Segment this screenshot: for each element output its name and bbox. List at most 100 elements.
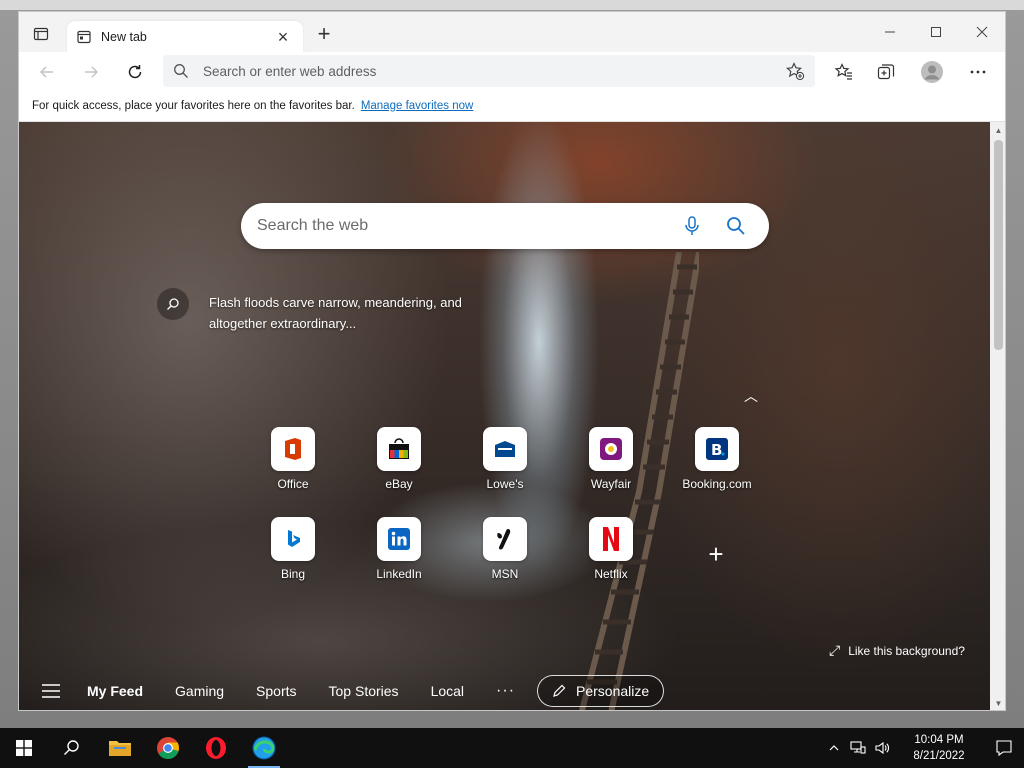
maximize-button[interactable] [913, 12, 959, 52]
taskbar-search-button[interactable] [48, 728, 96, 768]
network-icon [850, 741, 866, 754]
lowes-icon [483, 427, 527, 471]
web-search-input[interactable]: Search the web [257, 217, 665, 235]
settings-and-more-button[interactable] [963, 57, 993, 87]
tab-new-tab[interactable]: New tab × [67, 21, 303, 52]
window-controls [867, 12, 1005, 52]
feed-tab-top-stories[interactable]: Top Stories [329, 683, 399, 699]
quick-link-booking[interactable]: B Booking.com [682, 427, 752, 491]
add-quick-link-button[interactable]: + [699, 538, 733, 572]
close-window-button[interactable] [959, 12, 1005, 52]
notifications-button[interactable] [984, 728, 1024, 768]
more-horizontal-icon [970, 70, 986, 74]
linkedin-icon [377, 517, 421, 561]
quick-link-linkedin[interactable]: LinkedIn [364, 517, 434, 581]
page-scrollbar[interactable]: ▲ ▼ [990, 122, 1005, 710]
arrow-left-icon [39, 66, 53, 78]
quick-link-label: LinkedIn [376, 567, 422, 581]
close-icon [976, 26, 988, 38]
scroll-down-arrow-icon[interactable]: ▼ [990, 695, 1005, 710]
network-button[interactable] [846, 728, 870, 768]
taskbar: 10:04 PM 8/21/2022 [0, 728, 1024, 768]
feed-tab-my-feed[interactable]: My Feed [87, 683, 143, 699]
volume-button[interactable] [870, 728, 894, 768]
web-search-submit-button[interactable] [719, 209, 753, 243]
quick-link-label: Wayfair [590, 477, 632, 491]
chevron-up-icon[interactable]: ︿ [741, 386, 761, 406]
new-tab-page-icon [77, 30, 91, 43]
feed-tab-gaming[interactable]: Gaming [175, 683, 224, 699]
quick-link-lowes[interactable]: Lowe's [470, 427, 540, 491]
image-info-button[interactable] [157, 288, 189, 320]
start-button[interactable] [0, 728, 48, 768]
svg-text:B: B [711, 441, 722, 459]
netflix-icon [589, 517, 633, 561]
personalize-label: Personalize [576, 683, 650, 699]
new-tab-page: Search the web Flash floods carve narrow… [19, 122, 990, 710]
collections-button[interactable] [871, 57, 901, 87]
menu-button[interactable] [41, 681, 61, 701]
quick-link-office[interactable]: Office [258, 427, 328, 491]
show-hidden-icons-button[interactable] [822, 728, 846, 768]
taskbar-opera[interactable] [192, 728, 240, 768]
voice-search-button[interactable] [675, 209, 709, 243]
windows-logo-icon [16, 740, 32, 756]
web-search-box[interactable]: Search the web [241, 203, 769, 249]
forward-button[interactable] [77, 58, 105, 86]
new-tab-button[interactable]: + [313, 23, 335, 46]
file-explorer-icon [109, 741, 131, 756]
search-icon [727, 217, 745, 235]
booking-icon: B [695, 427, 739, 471]
tab-title: New tab [101, 29, 147, 44]
manage-favorites-link[interactable]: Manage favorites now [361, 100, 474, 112]
like-background-label: Like this background? [848, 643, 965, 658]
minimize-button[interactable] [867, 12, 913, 52]
personalize-button[interactable]: Personalize [537, 675, 665, 707]
refresh-icon [128, 65, 142, 79]
tab-actions-button[interactable] [29, 22, 53, 46]
chrome-icon [157, 737, 179, 759]
maximize-icon [931, 27, 941, 37]
arrow-right-icon [85, 66, 99, 78]
taskbar-chrome[interactable] [144, 728, 192, 768]
chevron-up-icon [829, 745, 839, 751]
browser-toolbar: Search or enter web address [19, 52, 1005, 90]
address-bar[interactable]: Search or enter web address [163, 55, 815, 87]
quick-link-wayfair[interactable]: Wayfair [576, 427, 646, 491]
scrollbar-thumb[interactable] [994, 140, 1003, 350]
close-tab-icon[interactable]: × [273, 27, 293, 47]
quick-link-msn[interactable]: MSN [470, 517, 540, 581]
refresh-button[interactable] [121, 58, 149, 86]
address-input[interactable]: Search or enter web address [203, 64, 785, 79]
pencil-icon [553, 684, 566, 697]
favorites-button[interactable] [829, 57, 859, 87]
back-button[interactable] [33, 58, 61, 86]
taskbar-clock[interactable]: 10:04 PM 8/21/2022 [900, 732, 978, 764]
hamburger-icon [42, 684, 60, 698]
expand-icon: ⤢ [829, 642, 841, 658]
ebay-icon [377, 427, 421, 471]
favorites-bar: For quick access, place your favorites h… [19, 90, 1005, 122]
quick-link-label: Office [277, 477, 309, 491]
feed-tab-local[interactable]: Local [431, 683, 464, 699]
add-favorite-icon[interactable] [785, 61, 805, 81]
clock-date: 8/21/2022 [913, 750, 965, 762]
microphone-icon [685, 216, 699, 235]
feed-more-button[interactable]: ··· [496, 682, 515, 700]
taskbar-edge[interactable] [240, 728, 288, 768]
image-caption[interactable]: Flash floods carve narrow, meandering, a… [209, 292, 469, 334]
profile-button[interactable] [917, 57, 947, 87]
quick-link-netflix[interactable]: Netflix [576, 517, 646, 581]
feed-tab-sports[interactable]: Sports [256, 683, 296, 699]
wayfair-icon [589, 427, 633, 471]
quick-link-label: Booking.com [682, 477, 752, 491]
taskbar-file-explorer[interactable] [96, 728, 144, 768]
minimize-icon [885, 31, 895, 33]
quick-link-label: MSN [491, 567, 519, 581]
office-icon [271, 427, 315, 471]
quick-link-ebay[interactable]: eBay [364, 427, 434, 491]
edge-icon [252, 736, 276, 760]
like-background-button[interactable]: ⤢ Like this background? [829, 642, 965, 659]
quick-link-bing[interactable]: Bing [258, 517, 328, 581]
scroll-up-arrow-icon[interactable]: ▲ [990, 122, 1005, 139]
